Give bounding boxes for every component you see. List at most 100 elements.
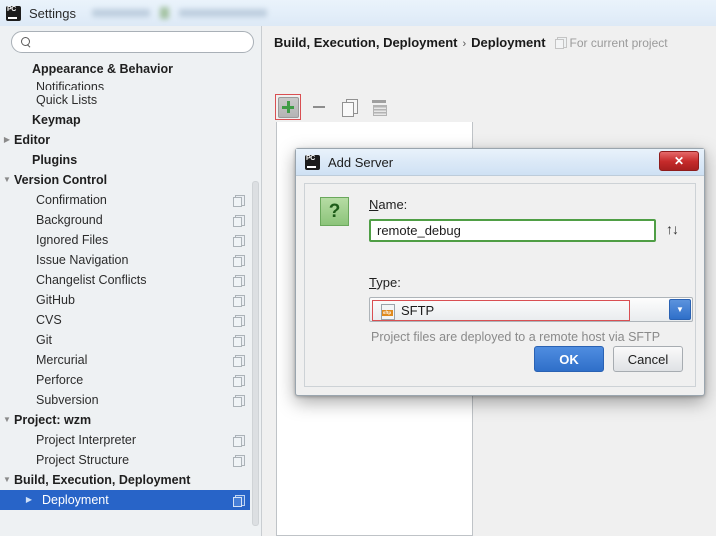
dialog-button-row: OK Cancel <box>534 346 683 372</box>
name-field[interactable]: remote_debug <box>369 219 656 242</box>
sidebar-item-appearance-behavior[interactable]: Appearance & Behavior <box>0 59 250 79</box>
copy-icon <box>233 454 245 467</box>
sidebar-item-label: Project Structure <box>36 453 130 467</box>
copy-server-button[interactable] <box>337 95 361 119</box>
remove-server-button[interactable] <box>307 95 331 119</box>
chevron-down-icon[interactable]: ▼ <box>0 416 14 424</box>
sidebar-item-label: Appearance & Behavior <box>32 62 174 76</box>
window-titlebar: Settings <box>0 0 716 26</box>
breadcrumb-separator: › <box>462 38 467 50</box>
sidebar-item-label: CVS <box>36 313 62 327</box>
sidebar-item-quick-lists[interactable]: Quick Lists <box>0 90 250 110</box>
sidebar-item-label: Plugins <box>32 153 78 167</box>
sidebar-item-keymap[interactable]: Keymap <box>0 110 250 130</box>
window-title: Settings <box>29 5 76 21</box>
sidebar-item-perforce[interactable]: Perforce <box>0 370 250 390</box>
copy-icon <box>341 99 358 117</box>
sidebar-item-project-interpreter[interactable]: Project Interpreter <box>0 430 250 450</box>
sidebar-item-notifications[interactable]: Notifications <box>0 79 250 90</box>
sidebar-item-ignored-files[interactable]: Ignored Files <box>0 230 250 250</box>
type-label: Type: <box>369 275 401 290</box>
search-icon <box>21 36 32 48</box>
sidebar-item-label: Confirmation <box>36 193 107 207</box>
sftp-file-icon <box>381 303 395 320</box>
dialog-title: Add Server <box>328 154 394 170</box>
cancel-button[interactable]: Cancel <box>613 346 683 372</box>
chevron-right-icon[interactable]: ▶ <box>0 136 14 144</box>
sidebar-item-label: Ignored Files <box>36 233 109 247</box>
ok-button[interactable]: OK <box>534 346 604 372</box>
blurred-chip <box>91 9 150 17</box>
sidebar-item-label: Subversion <box>36 393 99 407</box>
sidebar-item-label: Deployment <box>42 493 109 507</box>
sidebar-item-project-wzm[interactable]: ▼ Project: wzm <box>0 410 250 430</box>
sidebar-item-build-execution-deployment[interactable]: ▼ Build, Execution, Deployment <box>0 470 250 490</box>
sidebar-item-label: Background <box>36 213 103 227</box>
sidebar-item-issue-navigation[interactable]: Issue Navigation <box>0 250 250 270</box>
sidebar-item-git[interactable]: Git <box>0 330 250 350</box>
plus-icon <box>282 101 294 113</box>
sidebar-item-editor[interactable]: ▶ Editor <box>0 130 250 150</box>
sidebar-item-label: Build, Execution, Deployment <box>14 473 191 487</box>
copy-icon <box>233 314 245 327</box>
dialog-titlebar: Add Server ✕ <box>296 149 704 176</box>
sidebar-item-github[interactable]: GitHub <box>0 290 250 310</box>
deployment-toolbar <box>275 94 391 120</box>
paste-icon <box>371 99 387 116</box>
search-box[interactable] <box>11 31 254 53</box>
copy-icon <box>233 214 245 227</box>
copy-icon <box>233 354 245 367</box>
move-updown-icon[interactable]: ↑↓ <box>666 221 679 237</box>
sidebar-item-label: Notifications <box>36 80 105 90</box>
sidebar-scrollbar[interactable] <box>251 146 260 536</box>
chevron-down-icon[interactable]: ▼ <box>0 176 14 184</box>
type-label-rest: ype: <box>376 275 401 290</box>
copy-icon <box>233 434 245 447</box>
copy-icon <box>233 254 245 267</box>
sidebar-item-label: Perforce <box>36 373 84 387</box>
add-server-highlight <box>275 94 301 120</box>
chevron-down-icon[interactable]: ▼ <box>0 476 14 484</box>
sidebar-item-mercurial[interactable]: Mercurial <box>0 350 250 370</box>
sidebar-item-confirmation[interactable]: Confirmation <box>0 190 250 210</box>
close-icon[interactable]: ✕ <box>659 151 699 171</box>
type-combobox[interactable]: SFTP ▼ <box>369 297 693 322</box>
chevron-down-icon[interactable]: ▼ <box>669 299 691 320</box>
copy-icon <box>233 294 245 307</box>
sidebar-item-cvs[interactable]: CVS <box>0 310 250 330</box>
sidebar-scrollbar-thumb[interactable] <box>252 181 259 526</box>
sidebar-item-label: Changelist Conflicts <box>36 273 147 287</box>
name-field-value: remote_debug <box>377 223 461 238</box>
sidebar-item-version-control[interactable]: ▼ Version Control <box>0 170 250 190</box>
sidebar-item-background[interactable]: Background <box>0 210 250 230</box>
type-selected-value-highlight[interactable]: SFTP <box>372 300 630 321</box>
paste-server-button[interactable] <box>367 95 391 119</box>
breadcrumb-note-text: For current project <box>569 36 668 50</box>
settings-sidebar: Appearance & Behavior Notifications Quick … <box>0 26 262 536</box>
blurred-background-content <box>91 7 267 19</box>
sidebar-item-subversion[interactable]: Subversion <box>0 390 250 410</box>
breadcrumb: Build, Execution, Deployment › Deploymen… <box>274 35 668 50</box>
copy-icon <box>233 334 245 347</box>
sidebar-item-changelist-conflicts[interactable]: Changelist Conflicts <box>0 270 250 290</box>
sidebar-item-label: Version Control <box>14 173 108 187</box>
add-server-button[interactable] <box>277 96 299 118</box>
sidebar-item-plugins[interactable]: Plugins <box>0 150 250 170</box>
search-field-wrapper[interactable] <box>11 31 254 53</box>
settings-tree[interactable]: Appearance & Behavior Notifications Quick … <box>0 59 250 536</box>
copy-icon <box>233 234 245 247</box>
blurred-chip <box>178 9 267 17</box>
sidebar-item-deployment[interactable]: ▶ Deployment <box>0 490 250 510</box>
sidebar-item-label: Editor <box>14 133 51 147</box>
sidebar-item-label: Keymap <box>32 113 81 127</box>
search-input[interactable] <box>38 35 238 49</box>
blurred-icon <box>159 7 169 19</box>
type-hint-text: Project files are deployed to a remote h… <box>371 330 661 344</box>
pycharm-icon <box>6 5 21 21</box>
chevron-right-icon[interactable]: ▶ <box>22 496 36 504</box>
type-selected-value: SFTP <box>401 303 435 318</box>
dialog-body: ? Name: remote_debug ↑↓ Type: SFTP ▼ Pro… <box>304 183 696 387</box>
sidebar-item-project-structure[interactable]: Project Structure <box>0 450 250 470</box>
breadcrumb-part-2: Deployment <box>471 35 546 50</box>
copy-icon <box>554 37 567 49</box>
